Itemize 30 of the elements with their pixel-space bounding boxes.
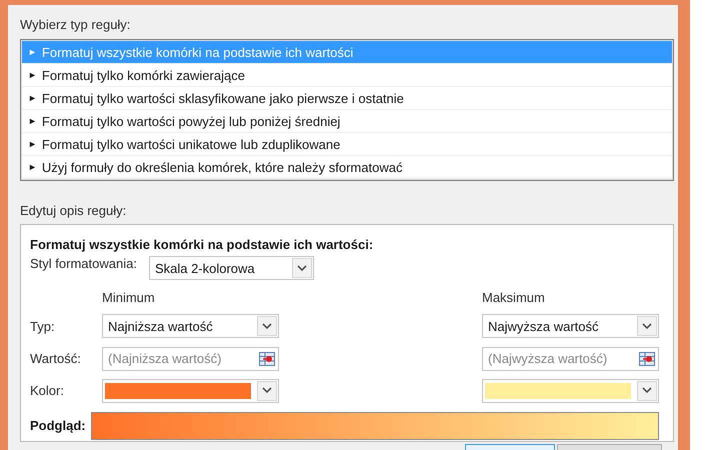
chevron-down-icon bbox=[642, 322, 652, 330]
chevron-down-icon bbox=[296, 264, 307, 272]
section-label: Edytuj opis reguły: bbox=[20, 203, 126, 219]
column-heading: Maksimum bbox=[482, 290, 545, 306]
field-label: Styl formatowania: bbox=[30, 256, 137, 272]
preview-label: Podgląd: bbox=[30, 418, 86, 434]
column-heading: Minimum bbox=[102, 290, 155, 306]
value-field[interactable]: (Najwyższa wartość) bbox=[482, 346, 659, 371]
type-dropdown[interactable]: Najwyższa wartość bbox=[482, 314, 659, 338]
rule-type-item[interactable]: ► Użyj formuły do określenia komórek, które należy sformatować bbox=[22, 156, 672, 179]
color-dropdown[interactable] bbox=[482, 378, 659, 403]
field-label: Kolor: bbox=[30, 383, 64, 398]
field-label: Typ: bbox=[30, 318, 55, 334]
rule-type-item[interactable]: ► Formatuj tylko wartości powyżej lub poniżej średniej bbox=[22, 110, 672, 133]
rule-type-item[interactable]: ► Formatuj tylko wartości sklasyfikowane jako pierwsze i ostatnie bbox=[22, 87, 672, 110]
chevron-down-icon bbox=[262, 387, 272, 394]
rule-type-item[interactable]: ► Formatuj tylko komórki zawierające bbox=[22, 64, 672, 87]
rule-type-item[interactable]: ► Formatuj tylko wartości unikatowe lub zduplikowane bbox=[22, 133, 672, 156]
chevron-down-icon bbox=[642, 387, 652, 394]
type-dropdown[interactable]: Najniższa wartość bbox=[102, 314, 279, 338]
chevron-down-icon bbox=[262, 322, 272, 330]
range-select-icon[interactable] bbox=[259, 352, 275, 366]
format-style-dropdown[interactable]: Skala 2-kolorowa bbox=[148, 256, 314, 280]
field-label: Wartość: bbox=[30, 351, 81, 366]
rule-title: Formatuj wszystkie komórki na podstawie ich wartości: bbox=[30, 237, 374, 254]
section-label: Wybierz typ reguły: bbox=[20, 17, 130, 33]
value-field[interactable]: (Najniższa wartość) bbox=[102, 346, 279, 371]
color-dropdown[interactable] bbox=[102, 378, 279, 403]
range-select-icon[interactable] bbox=[639, 352, 655, 366]
rule-type-list[interactable] bbox=[20, 39, 674, 181]
